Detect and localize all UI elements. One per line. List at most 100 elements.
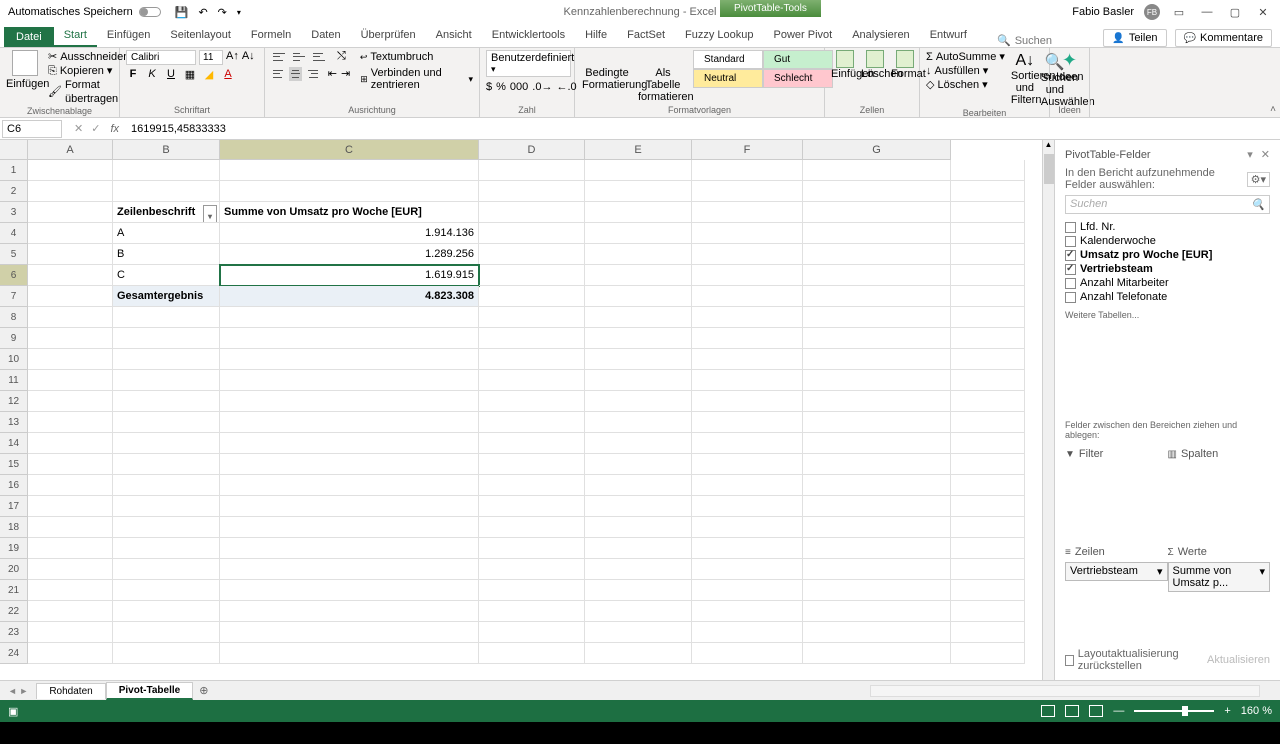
cell-G14[interactable] [803,433,951,454]
cell-G15[interactable] [803,454,951,475]
cell-D7[interactable] [479,286,585,307]
cell-G23[interactable] [803,622,951,643]
cell-undefined9[interactable] [951,328,1025,349]
align-middle[interactable] [291,50,307,64]
row-header-5[interactable]: 5 [0,244,28,265]
worksheet-grid[interactable]: ABCDEFG 123ZeilenbeschriftSumme von Umsa… [0,140,1042,680]
indent-increase[interactable]: ⇥ [341,67,350,91]
maximize-btn[interactable]: ▢ [1226,5,1244,19]
cell-G19[interactable] [803,538,951,559]
cell-style-standard[interactable]: Standard [693,50,763,69]
cell-C14[interactable] [220,433,479,454]
field-search-input[interactable]: Suchen🔍 [1065,195,1270,214]
cell-undefined14[interactable] [951,433,1025,454]
decrease-decimal[interactable]: ←.0 [556,81,576,93]
cell-D24[interactable] [479,643,585,664]
cell-G13[interactable] [803,412,951,433]
cell-B11[interactable] [113,370,220,391]
cell-F23[interactable] [692,622,803,643]
border-button[interactable]: ▦ [183,68,197,81]
row-header-7[interactable]: 7 [0,286,28,307]
cell-A17[interactable] [28,496,113,517]
percent-button[interactable]: % [496,81,506,93]
cell-D22[interactable] [479,601,585,622]
cell-A13[interactable] [28,412,113,433]
field-vertriebsteam[interactable]: Vertriebsteam [1065,262,1270,276]
field-kalenderwoche[interactable]: Kalenderwoche [1065,234,1270,248]
cell-A18[interactable] [28,517,113,538]
cell-E17[interactable] [585,496,692,517]
cell-E9[interactable] [585,328,692,349]
cell-A2[interactable] [28,181,113,202]
cell-E3[interactable] [585,202,692,223]
row-header-17[interactable]: 17 [0,496,28,517]
cell-undefined1[interactable] [951,160,1025,181]
pane-options-icon[interactable]: ▾ [1247,148,1253,161]
columns-area[interactable]: ▥ Spalten [1168,446,1271,544]
cell-F8[interactable] [692,307,803,328]
cell-C13[interactable] [220,412,479,433]
cell-D17[interactable] [479,496,585,517]
cell-G20[interactable] [803,559,951,580]
cell-E10[interactable] [585,349,692,370]
row-header-24[interactable]: 24 [0,643,28,664]
row-header-20[interactable]: 20 [0,559,28,580]
cell-F15[interactable] [692,454,803,475]
row-header-1[interactable]: 1 [0,160,28,181]
cell-A23[interactable] [28,622,113,643]
format-painter-button[interactable]: 🖌 Format übertragen [48,78,129,106]
name-box[interactable] [2,120,62,138]
cell-E13[interactable] [585,412,692,433]
cell-A8[interactable] [28,307,113,328]
cell-C8[interactable] [220,307,479,328]
select-all-corner[interactable] [0,140,28,160]
cell-G17[interactable] [803,496,951,517]
cell-C2[interactable] [220,181,479,202]
cell-F13[interactable] [692,412,803,433]
cell-F24[interactable] [692,643,803,664]
autosave-toggle[interactable] [139,7,161,17]
format-as-table-button[interactable]: Als Tabelle formatieren [638,51,688,81]
merge-center-button[interactable]: ⊞ Verbinden und zentrieren ▾ [360,67,473,91]
row-header-2[interactable]: 2 [0,181,28,202]
share-button[interactable]: 👤 Teilen [1103,29,1166,47]
cell-B10[interactable] [113,349,220,370]
cut-button[interactable]: ✂ Ausschneiden [48,50,129,64]
ribbon-tab-überprüfen[interactable]: Überprüfen [351,25,426,47]
cell-B22[interactable] [113,601,220,622]
cell-B4[interactable]: A [113,223,220,244]
rows-pill[interactable]: Vertriebsteam▾ [1065,562,1168,581]
bold-button[interactable]: F [126,68,140,81]
values-pill[interactable]: Summe von Umsatz p...▾ [1168,562,1271,592]
cell-A7[interactable] [28,286,113,307]
cell-C18[interactable] [220,517,479,538]
cell-F1[interactable] [692,160,803,181]
cell-D23[interactable] [479,622,585,643]
cell-D1[interactable] [479,160,585,181]
undo-icon[interactable]: ↶ [198,6,207,19]
cell-undefined18[interactable] [951,517,1025,538]
cell-F9[interactable] [692,328,803,349]
align-right[interactable] [306,67,320,81]
col-header-D[interactable]: D [479,140,585,160]
cell-B6[interactable]: C [113,265,220,286]
normal-view-icon[interactable] [1041,705,1055,717]
cell-E14[interactable] [585,433,692,454]
cell-F11[interactable] [692,370,803,391]
cell-G10[interactable] [803,349,951,370]
cell-C3[interactable]: Summe von Umsatz pro Woche [EUR] [220,202,479,223]
col-header-F[interactable]: F [692,140,803,160]
row-header-12[interactable]: 12 [0,391,28,412]
cell-B24[interactable] [113,643,220,664]
cell-E4[interactable] [585,223,692,244]
underline-button[interactable]: U [164,68,178,81]
cell-undefined17[interactable] [951,496,1025,517]
cell-F21[interactable] [692,580,803,601]
decrease-font-icon[interactable]: A↓ [242,50,255,65]
zoom-slider[interactable] [1134,710,1214,712]
cell-B23[interactable] [113,622,220,643]
ribbon-display-btn[interactable]: ▭ [1170,5,1188,19]
sheet-nav[interactable]: ◄ ► [0,686,36,696]
increase-decimal[interactable]: .0→ [532,81,552,93]
cell-C17[interactable] [220,496,479,517]
